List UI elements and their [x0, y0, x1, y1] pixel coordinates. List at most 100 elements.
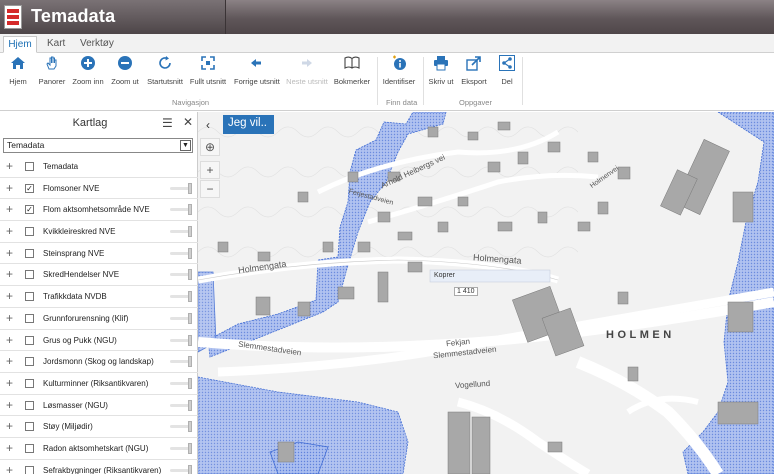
layer-row[interactable]: + Grunnforurensning (Klif): [0, 308, 198, 330]
layer-checkbox[interactable]: [25, 270, 34, 280]
layer-row[interactable]: + Steinsprang NVE: [0, 243, 198, 265]
layer-row[interactable]: + Sefrakbygninger (Riksantikvaren): [0, 460, 198, 474]
layer-name: Sefrakbygninger (Riksantikvaren): [43, 465, 162, 474]
tab-kart[interactable]: Kart: [47, 36, 71, 53]
map-zoom-out-button[interactable]: −: [200, 180, 220, 198]
ribbon: Hjem Panorer Zoom inn Zoom ut Startutsni…: [0, 53, 774, 111]
group-label-tasks: Oppgaver: [459, 98, 492, 107]
expand-icon[interactable]: +: [6, 398, 13, 412]
layer-row[interactable]: + Radon aktsomhetskart (NGU): [0, 438, 198, 460]
book-icon: [330, 55, 374, 77]
info-icon: [377, 55, 421, 77]
expand-icon[interactable]: +: [6, 202, 13, 216]
expand-icon[interactable]: +: [6, 354, 13, 368]
layer-name: Steinsprang NVE: [43, 248, 105, 258]
locate-button[interactable]: ⊕: [200, 138, 220, 156]
layer-checkbox[interactable]: [25, 443, 34, 453]
theme-select-value: Temadata: [7, 140, 45, 150]
layer-list: + Temadata + ✓ Flomsoner NVE + ✓ Flom aktsomhet…: [0, 156, 198, 474]
map-canvas[interactable]: [198, 112, 774, 474]
tab-hjem[interactable]: Hjem: [3, 36, 37, 53]
opacity-slider-handle[interactable]: [188, 204, 192, 216]
map-view[interactable]: Holmengata Holmengata Slemmestadveien Sl…: [198, 112, 774, 474]
theme-select[interactable]: Temadata ▼: [3, 138, 193, 153]
ribbon-separator: [522, 57, 523, 105]
previous-extent-button[interactable]: Forrige utsnitt: [234, 55, 280, 93]
opacity-slider-handle[interactable]: [188, 312, 192, 324]
opacity-slider-handle[interactable]: [188, 182, 192, 194]
layer-row[interactable]: + Grus og Pukk (NGU): [0, 330, 198, 352]
expand-icon[interactable]: +: [6, 159, 13, 173]
opacity-slider-handle[interactable]: [188, 377, 192, 389]
layer-row[interactable]: + SkredHendelser NVE: [0, 264, 198, 287]
layer-checkbox[interactable]: [25, 465, 34, 474]
layer-row[interactable]: + Jordsmonn (Skog og landskap): [0, 351, 198, 373]
layer-checkbox[interactable]: [25, 292, 34, 302]
jeg-vil-button[interactable]: Jeg vil..: [223, 115, 274, 134]
layer-name: Kvikkleireskred NVE: [43, 227, 116, 237]
opacity-slider-handle[interactable]: [188, 442, 192, 454]
layer-checkbox[interactable]: [25, 248, 34, 258]
expand-icon[interactable]: +: [6, 224, 13, 238]
opacity-slider-handle[interactable]: [188, 421, 192, 433]
map-zoom-in-button[interactable]: +: [200, 161, 220, 179]
expand-icon[interactable]: +: [6, 289, 13, 303]
identify-button[interactable]: Identifiser: [377, 55, 421, 93]
layer-checkbox[interactable]: [25, 335, 34, 345]
layer-row[interactable]: + Temadata: [0, 156, 198, 178]
expand-icon[interactable]: +: [6, 376, 13, 390]
opacity-slider-handle[interactable]: [188, 269, 192, 281]
parcel-label: Koprer: [434, 272, 456, 279]
layer-checkbox[interactable]: ✓: [25, 183, 34, 193]
expand-icon[interactable]: +: [6, 267, 13, 281]
layer-name: SkredHendelser NVE: [43, 270, 120, 280]
layer-checkbox[interactable]: [25, 378, 34, 388]
layer-checkbox[interactable]: [25, 422, 34, 432]
opacity-slider-handle[interactable]: [188, 464, 192, 474]
opacity-slider-handle[interactable]: [188, 291, 192, 303]
layer-name: Løsmasser (NGU): [43, 400, 108, 410]
chevron-left-icon[interactable]: ‹: [200, 117, 216, 133]
layer-checkbox[interactable]: [25, 357, 34, 367]
menu-icon[interactable]: ☰: [162, 116, 173, 130]
expand-icon[interactable]: +: [6, 419, 13, 433]
layer-row[interactable]: + ✓ Flomsoner NVE: [0, 178, 198, 200]
layer-panel-header: Kartlag ☰ ✕: [0, 112, 198, 134]
layer-row[interactable]: + Kvikkleireskred NVE: [0, 221, 198, 243]
expand-icon[interactable]: +: [6, 333, 13, 347]
bookmarks-button[interactable]: Bokmerker: [330, 55, 374, 93]
layer-row[interactable]: + Kulturminner (Riksantikvaren): [0, 373, 198, 395]
expand-icon[interactable]: +: [6, 181, 13, 195]
layer-panel: Kartlag ☰ ✕ Temadata ▼ + Temadata + ✓ Flomso…: [0, 112, 198, 474]
expand-icon[interactable]: +: [6, 463, 13, 474]
layer-name: Flom aktsomhetsområde NVE: [43, 205, 150, 215]
layer-row[interactable]: + ✓ Flom aktsomhetsområde NVE: [0, 199, 198, 222]
close-icon[interactable]: ✕: [183, 115, 193, 129]
layer-name: Radon aktsomhetskart (NGU): [43, 443, 149, 453]
group-label-find-data: Finn data: [386, 98, 418, 107]
layer-name: Flomsoner NVE: [43, 183, 100, 193]
expand-icon[interactable]: +: [6, 246, 13, 260]
opacity-slider-handle[interactable]: [188, 356, 192, 368]
opacity-slider-handle[interactable]: [188, 334, 192, 346]
full-extent-button[interactable]: Fullt utsnitt: [186, 55, 230, 93]
layer-row[interactable]: + Løsmasser (NGU): [0, 395, 198, 417]
layer-row[interactable]: + Trafikkdata NVDB: [0, 286, 198, 308]
expand-icon[interactable]: +: [6, 441, 13, 455]
opacity-slider-handle[interactable]: [188, 226, 192, 238]
layer-checkbox[interactable]: [25, 227, 34, 237]
opacity-slider-handle[interactable]: [188, 399, 192, 411]
start-extent-button[interactable]: Startutsnitt: [143, 55, 187, 93]
next-extent-button[interactable]: Neste utsnitt: [285, 55, 329, 93]
expand-icon[interactable]: +: [6, 311, 13, 325]
tab-verktoy[interactable]: Verktøy: [80, 36, 120, 53]
layer-row[interactable]: + Støy (Miljødir): [0, 416, 198, 438]
opacity-slider-handle[interactable]: [188, 247, 192, 259]
zoom-out-button[interactable]: Zoom ut: [103, 55, 147, 93]
layer-checkbox[interactable]: [25, 162, 34, 171]
layer-name: Støy (Miljødir): [43, 422, 93, 432]
group-label-navigation: Navigasjon: [172, 98, 210, 107]
layer-checkbox[interactable]: [25, 313, 34, 323]
layer-checkbox[interactable]: [25, 400, 34, 410]
layer-checkbox[interactable]: ✓: [25, 205, 34, 215]
